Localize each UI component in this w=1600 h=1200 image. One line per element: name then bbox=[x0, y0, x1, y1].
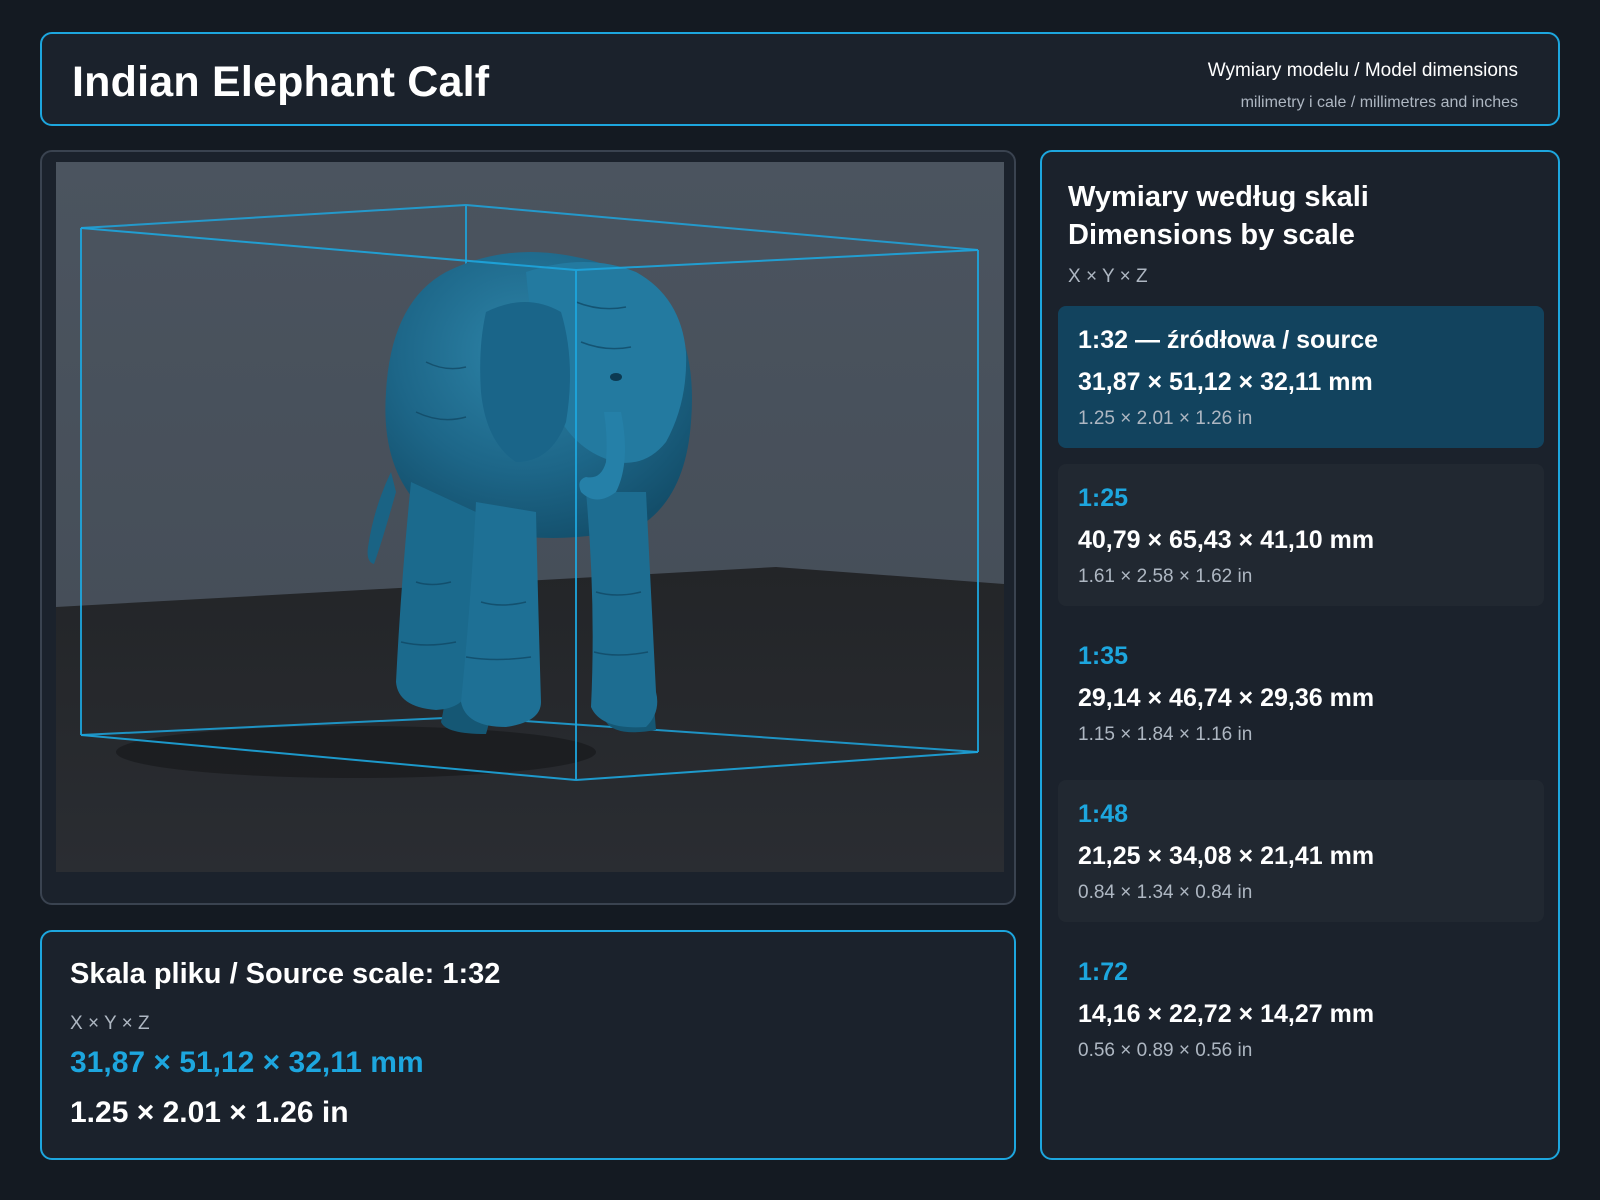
scale-dimensions-in: 1.15 × 1.84 × 1.16 in bbox=[1078, 724, 1253, 745]
scales-axes-label: X × Y × Z bbox=[1068, 266, 1148, 287]
scale-card-1-48[interactable]: 1:48 21,25 × 34,08 × 21,41 mm 0.84 × 1.3… bbox=[1058, 780, 1544, 922]
header-subtitle: Wymiary modelu / Model dimensions bbox=[1207, 60, 1518, 81]
scales-title: Wymiary według skali Dimensions by scale bbox=[1068, 178, 1369, 254]
model-title: Indian Elephant Calf bbox=[72, 58, 490, 106]
source-dimensions-mm: 31,87 × 51,12 × 32,11 mm bbox=[70, 1046, 424, 1079]
model-render bbox=[56, 162, 1004, 872]
header-units-note: milimetry i cale / millimetres and inche… bbox=[1240, 94, 1518, 111]
scale-card-1-35[interactable]: 1:35 29,14 × 46,74 × 29,36 mm 1.15 × 1.8… bbox=[1058, 622, 1544, 764]
scales-panel: Wymiary według skali Dimensions by scale… bbox=[1040, 150, 1560, 1160]
scale-dimensions-mm: 21,25 × 34,08 × 21,41 mm bbox=[1078, 842, 1375, 870]
scale-card-1-72[interactable]: 1:72 14,16 × 22,72 × 14,27 mm 0.56 × 0.8… bbox=[1058, 938, 1544, 1080]
source-scale-panel: Skala pliku / Source scale: 1:32 X × Y ×… bbox=[40, 930, 1016, 1160]
scale-card-1-25[interactable]: 1:25 40,79 × 65,43 × 41,10 mm 1.61 × 2.5… bbox=[1058, 464, 1544, 606]
source-scale-label: Skala pliku / Source scale: 1:32 bbox=[70, 958, 501, 990]
scale-dimensions-mm: 29,14 × 46,74 × 29,36 mm bbox=[1078, 684, 1375, 712]
scale-ratio: 1:72 bbox=[1078, 958, 1129, 986]
scale-ratio: 1:25 bbox=[1078, 484, 1129, 512]
header-bar: Indian Elephant Calf Wymiary modelu / Mo… bbox=[40, 32, 1560, 126]
scale-dimensions-mm: 31,87 × 51,12 × 32,11 mm bbox=[1078, 368, 1373, 396]
scale-dimensions-in: 1.25 × 2.01 × 1.26 in bbox=[1078, 408, 1253, 429]
scale-card-1-32[interactable]: 1:32 — źródłowa / source 31,87 × 51,12 ×… bbox=[1058, 306, 1544, 448]
scale-dimensions-in: 1.61 × 2.58 × 1.62 in bbox=[1078, 566, 1253, 587]
scale-dimensions-in: 0.84 × 1.34 × 0.84 in bbox=[1078, 882, 1253, 903]
source-axes-label: X × Y × Z bbox=[70, 1013, 150, 1034]
model-viewer[interactable] bbox=[40, 150, 1016, 905]
scale-dimensions-mm: 14,16 × 22,72 × 14,27 mm bbox=[1078, 1000, 1375, 1028]
scale-ratio: 1:32 — źródłowa / source bbox=[1078, 326, 1379, 354]
scales-title-pl: Wymiary według skali bbox=[1068, 181, 1369, 213]
scale-dimensions-in: 0.56 × 0.89 × 0.56 in bbox=[1078, 1040, 1253, 1061]
scales-title-en: Dimensions by scale bbox=[1068, 219, 1355, 251]
model-shadow bbox=[116, 726, 596, 778]
scale-ratio: 1:48 bbox=[1078, 800, 1129, 828]
scale-dimensions-mm: 40,79 × 65,43 × 41,10 mm bbox=[1078, 526, 1375, 554]
source-dimensions-in: 1.25 × 2.01 × 1.26 in bbox=[70, 1096, 349, 1129]
elephant-model bbox=[367, 252, 692, 734]
scale-ratio: 1:35 bbox=[1078, 642, 1129, 670]
